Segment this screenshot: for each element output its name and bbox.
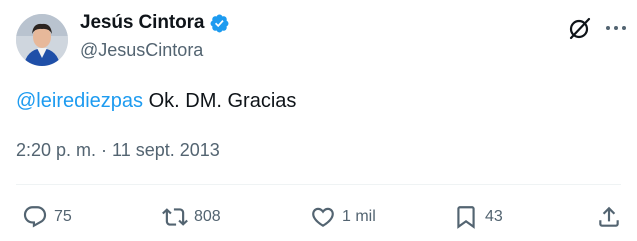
tweet-time[interactable]: 2:20 p. m. [16, 140, 96, 160]
retweet-icon [162, 208, 188, 226]
more-options-button[interactable] [602, 14, 630, 42]
tweet-body: Ok. DM. Gracias [143, 90, 297, 112]
tweet-card: Jesús Cintora @JesusCintora @leirediezpa… [0, 0, 637, 241]
tweet-text: @leirediezpas Ok. DM. Gracias [16, 88, 296, 114]
timestamp-separator: · [96, 140, 113, 160]
share-button[interactable] [596, 200, 622, 234]
like-count: 1 mil [342, 208, 376, 225]
more-icon [606, 26, 626, 30]
author-handle[interactable]: @JesusCintora [80, 40, 203, 61]
avatar[interactable] [16, 14, 68, 66]
share-icon [599, 206, 619, 227]
mention-link[interactable]: @leirediezpas [16, 90, 143, 112]
reply-icon [23, 206, 47, 228]
bookmark-count: 43 [485, 208, 503, 225]
retweet-button[interactable]: 808 [162, 200, 221, 234]
bookmark-button[interactable]: 43 [453, 200, 503, 234]
grok-icon [569, 17, 591, 40]
reply-button[interactable]: 75 [22, 200, 72, 234]
tweet-date[interactable]: 11 sept. 2013 [112, 140, 220, 160]
divider [16, 184, 621, 185]
bookmark-icon [457, 206, 475, 229]
reply-count: 75 [54, 208, 72, 225]
heart-icon [312, 207, 334, 227]
action-bar: 75 808 1 mil 43 [0, 200, 637, 234]
retweet-count: 808 [194, 208, 221, 225]
author-name-row: Jesús Cintora [80, 12, 230, 34]
avatar-image [16, 14, 68, 66]
tweet-timestamp: 2:20 p. m. · 11 sept. 2013 [16, 140, 220, 161]
author-display-name[interactable]: Jesús Cintora [80, 12, 204, 34]
like-button[interactable]: 1 mil [310, 200, 376, 234]
verified-badge-icon[interactable] [209, 13, 230, 34]
grok-button[interactable] [566, 14, 594, 42]
